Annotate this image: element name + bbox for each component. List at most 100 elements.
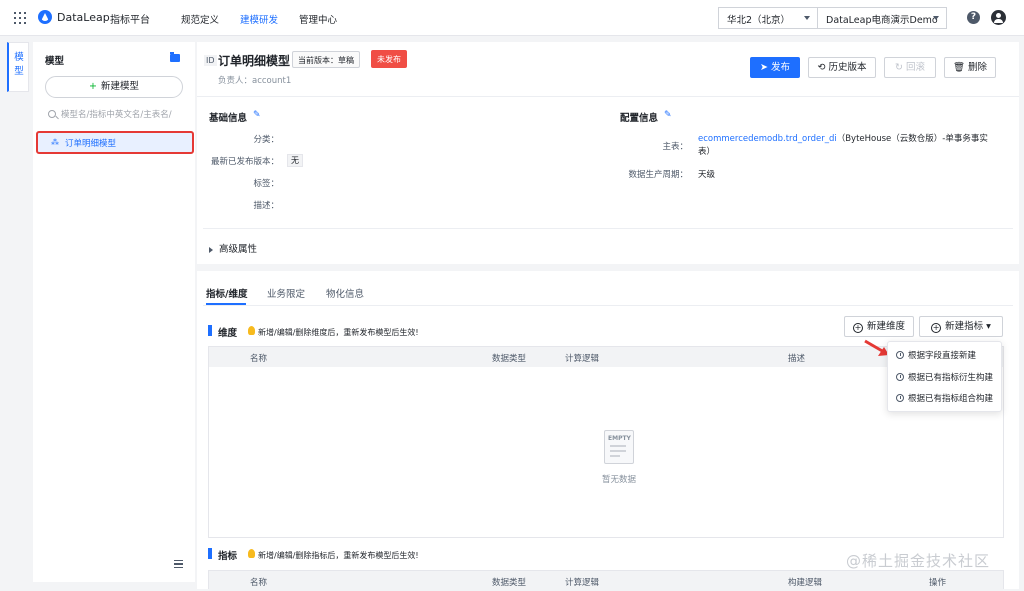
caret-down-icon: ▾ bbox=[983, 321, 991, 332]
send-icon: ➤ bbox=[760, 62, 771, 73]
metric-table: 名称 数据类型 计算逻辑 构建逻辑 操作 bbox=[208, 570, 1004, 591]
column-header-build-logic: 构建逻辑 bbox=[788, 578, 823, 588]
menu-item-create-from-field[interactable]: 根据字段直接新建 bbox=[896, 349, 976, 361]
main-table-link[interactable]: ecommercedemodb.trd_order_di bbox=[698, 134, 837, 144]
lightbulb-icon bbox=[248, 549, 255, 558]
tags-label: 标签： bbox=[253, 179, 279, 189]
rollback-button[interactable]: ↻ 回滚 bbox=[884, 57, 936, 78]
nav-item-spec-definition[interactable]: 规范定义 bbox=[181, 12, 219, 26]
tab-divider bbox=[203, 305, 1013, 306]
owner-text: 负责人：account1 bbox=[218, 76, 292, 86]
plus-icon: + bbox=[89, 81, 97, 92]
column-header-type: 数据类型 bbox=[492, 578, 527, 588]
block-marker bbox=[208, 548, 212, 559]
period-value: 天级 bbox=[698, 170, 716, 180]
watermark: @稀土掘金技术社区 bbox=[846, 552, 991, 570]
metric-title: 指标 bbox=[218, 551, 238, 562]
main-table-label: 主表： bbox=[662, 142, 688, 152]
app-grid-icon[interactable] bbox=[14, 12, 26, 24]
advanced-attributes-toggle[interactable]: 高级属性 bbox=[209, 241, 257, 255]
info-icon bbox=[896, 394, 904, 402]
table-header: 名称 数据类型 计算逻辑 构建逻辑 操作 bbox=[209, 571, 1003, 591]
tree-item-order-detail-model[interactable]: ⁂ 订单明细模型 bbox=[36, 131, 194, 154]
period-label: 数据生产周期： bbox=[628, 170, 688, 180]
project-value: DataLeap电商演示Demo bbox=[826, 15, 938, 26]
region-select[interactable]: 华北2（北京） bbox=[718, 7, 818, 29]
menu-item-derive-from-metric[interactable]: 根据已有指标衍生构建 bbox=[896, 371, 993, 383]
latest-version-label: 最新已发布版本： bbox=[210, 157, 279, 167]
search-placeholder: 模型名/指标中英文名/主表名/ bbox=[61, 110, 172, 120]
tab-materialization[interactable]: 物化信息 bbox=[326, 286, 364, 300]
model-sidebar: 模型 + 新建模型 模型名/指标中英文名/主表名/ ⁂ 订单明细模型 bbox=[33, 42, 195, 582]
module-rail-model[interactable]: 模型 bbox=[7, 42, 29, 92]
page-title: 订单明细模型 bbox=[218, 54, 291, 68]
column-header-name: 名称 bbox=[250, 578, 268, 588]
empty-badge: EMPTY bbox=[608, 435, 631, 442]
id-badge: ID bbox=[204, 55, 217, 66]
brand-name: DataLeap bbox=[57, 11, 110, 24]
nav-item-management[interactable]: 管理中心 bbox=[299, 12, 337, 26]
empty-text: 暂无数据 bbox=[602, 475, 637, 485]
column-header-name: 名称 bbox=[250, 354, 268, 364]
main-table-suffix-2: 表） bbox=[698, 147, 716, 157]
platform-name: 指标平台 bbox=[110, 15, 150, 26]
model-detail-panel: ID 订单明细模型 当前版本：草稿 未发布 负责人：account1 ➤ 发布 … bbox=[197, 42, 1019, 591]
new-folder-icon[interactable] bbox=[170, 52, 180, 62]
lightbulb-icon bbox=[248, 326, 255, 335]
divider bbox=[197, 96, 1019, 97]
menu-item-label: 根据字段直接新建 bbox=[908, 351, 977, 361]
tab-metrics-dimensions[interactable]: 指标/维度 bbox=[206, 286, 247, 300]
new-metric-label: 新建指标 bbox=[945, 321, 984, 332]
new-dimension-label: 新建维度 bbox=[866, 321, 905, 332]
section-gap bbox=[197, 264, 1019, 271]
rollback-label: 回滚 bbox=[905, 62, 925, 73]
rollback-icon: ↻ bbox=[895, 62, 906, 73]
project-select[interactable]: DataLeap电商演示Demo bbox=[817, 7, 947, 29]
search-icon bbox=[48, 110, 56, 118]
user-avatar-icon[interactable] bbox=[991, 10, 1006, 25]
new-metric-dropdown-menu: 根据字段直接新建 根据已有指标衍生构建 根据已有指标组合构建 bbox=[887, 341, 1002, 412]
delete-button[interactable]: 🗑 删除 bbox=[944, 57, 996, 78]
edit-basic-info-icon[interactable]: ✎ bbox=[253, 111, 262, 120]
basic-info-title: 基础信息 bbox=[209, 113, 248, 124]
top-navigation-bar: DataLeap 指标平台 规范定义 建模研发 管理中心 华北2（北京） Dat… bbox=[0, 0, 1024, 36]
divider bbox=[203, 228, 1013, 229]
history-label: 历史版本 bbox=[828, 62, 867, 73]
menu-item-label: 根据已有指标衍生构建 bbox=[908, 373, 994, 383]
tab-business-constraint[interactable]: 业务限定 bbox=[267, 286, 305, 300]
region-value: 华北2（北京） bbox=[727, 15, 791, 26]
tree-item-label: 订单明细模型 bbox=[65, 139, 117, 149]
chevron-down-icon bbox=[933, 16, 939, 20]
collapse-menu-icon[interactable] bbox=[174, 560, 183, 569]
config-info-title: 配置信息 bbox=[620, 113, 659, 124]
main-table-suffix: （ByteHouse（云数仓版）-单事务事实 bbox=[836, 134, 988, 144]
description-label: 描述： bbox=[253, 201, 279, 211]
dimension-title: 维度 bbox=[218, 328, 238, 339]
chevron-down-icon bbox=[804, 16, 810, 20]
main-table-value: ecommercedemodb.trd_order_di（ByteHouse（云… bbox=[698, 133, 998, 159]
new-metric-dropdown-button[interactable]: + 新建指标 ▾ bbox=[919, 316, 1003, 337]
edit-config-info-icon[interactable]: ✎ bbox=[664, 111, 673, 120]
category-label: 分类： bbox=[253, 135, 279, 145]
block-marker bbox=[208, 325, 212, 336]
model-search-input[interactable]: 模型名/指标中英文名/主表名/ bbox=[45, 108, 185, 124]
model-tree-icon: ⁂ bbox=[51, 138, 59, 147]
new-dimension-button[interactable]: + 新建维度 bbox=[844, 316, 914, 337]
info-icon bbox=[896, 373, 904, 381]
menu-item-combine-metrics[interactable]: 根据已有指标组合构建 bbox=[896, 392, 993, 404]
sidebar-title: 模型 bbox=[45, 56, 65, 67]
publish-label: 发布 bbox=[770, 62, 790, 73]
help-icon[interactable]: ? bbox=[967, 11, 980, 24]
history-version-button[interactable]: ⟲ 历史版本 bbox=[808, 57, 876, 78]
empty-data-icon: EMPTY bbox=[604, 430, 634, 464]
new-model-label: 新建模型 bbox=[100, 81, 139, 92]
new-model-button[interactable]: + 新建模型 bbox=[45, 76, 183, 98]
metric-hint: 新增/编辑/删除指标后，重新发布模型后生效! bbox=[258, 551, 419, 560]
nav-item-modeling[interactable]: 建模研发 bbox=[240, 12, 278, 26]
dataleap-logo-icon bbox=[38, 10, 52, 24]
column-header-logic: 计算逻辑 bbox=[565, 354, 600, 364]
column-header-type: 数据类型 bbox=[492, 354, 527, 364]
dimension-hint: 新增/编辑/删除维度后，重新发布模型后生效! bbox=[258, 328, 419, 337]
publish-button[interactable]: ➤ 发布 bbox=[750, 57, 800, 78]
version-tag: 当前版本：草稿 bbox=[292, 51, 360, 68]
